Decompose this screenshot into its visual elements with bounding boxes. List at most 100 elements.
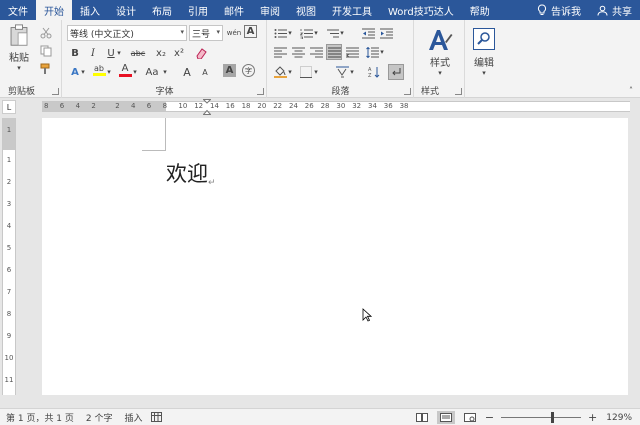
zoom-slider-thumb[interactable]: [551, 412, 555, 423]
tab-mailings[interactable]: 邮件: [216, 0, 252, 20]
char-border-button[interactable]: A: [244, 25, 257, 38]
zoom-in-button[interactable]: +: [585, 411, 600, 424]
word-count[interactable]: 2 个字: [80, 411, 119, 424]
justify-icon: [327, 47, 341, 57]
bold-button[interactable]: B: [67, 45, 83, 61]
chevron-down-icon: ▾: [438, 68, 442, 77]
char-shading-button[interactable]: A: [223, 64, 236, 77]
zoom-level[interactable]: 129%: [600, 413, 640, 423]
show-marks-button[interactable]: [388, 64, 404, 80]
align-center-button[interactable]: [290, 44, 306, 60]
paragraph-mark-icon: [392, 67, 401, 75]
styles-icon: [429, 29, 453, 50]
tab-developer[interactable]: 开发工具: [324, 0, 380, 20]
tab-view[interactable]: 视图: [288, 0, 324, 20]
align-left-icon: [273, 47, 287, 57]
wen-button[interactable]: wén: [226, 25, 242, 41]
tab-selector[interactable]: L: [2, 100, 16, 114]
highlight-dropdown[interactable]: ▾: [105, 64, 113, 80]
strikethrough-button[interactable]: abc: [127, 45, 149, 61]
line-spacing-dropdown[interactable]: ▾: [378, 44, 386, 60]
ruler-tick-label: 6: [146, 102, 152, 110]
zoom-slider[interactable]: [501, 412, 582, 423]
cut-button[interactable]: [38, 25, 54, 41]
styles-button[interactable]: 样式 ▾: [421, 24, 459, 80]
ribbon-tab-bar: 文件 开始 插入 设计 布局 引用 邮件 审阅 视图 开发工具 Word技巧达人…: [0, 0, 640, 20]
vertical-ruler[interactable]: 1 1 2 3 4 5 6 7 8 9 10 11: [2, 118, 16, 395]
macro-record-icon[interactable]: [150, 412, 162, 422]
tab-insert[interactable]: 插入: [72, 0, 108, 20]
tab-word-tips[interactable]: Word技巧达人: [380, 0, 462, 20]
document-body-text[interactable]: 欢迎↵: [166, 158, 216, 188]
tab-help[interactable]: 帮助: [462, 0, 498, 20]
font-color-dropdown[interactable]: ▾: [131, 64, 139, 80]
chinese-layout-dropdown[interactable]: ▾: [348, 64, 356, 80]
paragraph-launcher[interactable]: [404, 88, 411, 95]
ruler-tick-label: 10: [178, 102, 188, 110]
print-layout-button[interactable]: [436, 411, 455, 424]
italic-button[interactable]: I: [85, 45, 101, 61]
page-count[interactable]: 第 1 页，共 1 页: [0, 411, 80, 424]
font-color-bar: [118, 73, 132, 77]
document-page[interactable]: 欢迎↵: [42, 118, 628, 395]
ruler-tick-label: 8: [44, 102, 49, 110]
share-button[interactable]: 共享: [589, 3, 640, 18]
tab-home[interactable]: 开始: [36, 0, 72, 20]
distributed-button[interactable]: [344, 44, 360, 60]
change-case-button[interactable]: Aa: [143, 64, 161, 80]
copy-button[interactable]: [38, 43, 54, 59]
justify-button[interactable]: [326, 44, 342, 60]
decrease-indent-button[interactable]: [360, 25, 376, 41]
paste-button[interactable]: 粘贴 ▾: [4, 24, 34, 72]
font-launcher[interactable]: [257, 88, 264, 95]
multilevel-dropdown[interactable]: ▾: [338, 25, 346, 41]
read-mode-button[interactable]: [413, 411, 431, 424]
tab-file[interactable]: 文件: [0, 0, 36, 20]
align-right-button[interactable]: [308, 44, 324, 60]
chevron-down-icon: ▾: [180, 28, 184, 36]
zoom-out-button[interactable]: −: [482, 411, 497, 424]
indent-marker-icon[interactable]: [203, 99, 211, 115]
tell-me-button[interactable]: 告诉我: [529, 3, 589, 18]
tab-references[interactable]: 引用: [180, 0, 216, 20]
font-size-select[interactable]: 三号 ▾: [189, 25, 223, 41]
font-name-select[interactable]: 等线 (中文正文) ▾: [67, 25, 187, 41]
line-spacing-icon: [365, 46, 379, 58]
styles-label: 样式: [430, 57, 450, 69]
ruler-tick-label: 30: [336, 102, 346, 110]
subscript-button[interactable]: x₂: [153, 45, 169, 61]
shading-dropdown[interactable]: ▾: [286, 64, 294, 80]
distribute-icon: [345, 47, 359, 57]
clipboard-launcher[interactable]: [52, 88, 59, 95]
ruler-tick-label: 1: [6, 156, 12, 164]
shrink-font-button[interactable]: A: [197, 64, 213, 80]
ruler-strip[interactable]: 8 6 4 2 2 4 6 8 10 12 14 16 18 20 22 24 26 28 30 32 34 36 38: [42, 99, 630, 115]
web-layout-button[interactable]: [461, 411, 479, 424]
clear-format-button[interactable]: [193, 45, 209, 61]
styles-launcher[interactable]: [455, 88, 462, 95]
tab-design[interactable]: 设计: [108, 0, 144, 20]
insert-mode[interactable]: 插入: [119, 411, 149, 424]
tab-layout[interactable]: 布局: [144, 0, 180, 20]
grow-font-button[interactable]: A: [179, 64, 195, 80]
editing-button[interactable]: 编辑 ▾: [468, 24, 500, 80]
underline-dropdown[interactable]: ▾: [115, 45, 123, 61]
eraser-icon: [196, 48, 207, 59]
paste-label: 粘贴: [9, 53, 29, 64]
format-painter-button[interactable]: [38, 61, 54, 77]
tab-review[interactable]: 审阅: [252, 0, 288, 20]
align-left-button[interactable]: [272, 44, 288, 60]
numbering-dropdown[interactable]: ▾: [312, 25, 320, 41]
chevron-down-icon: ▾: [17, 64, 21, 72]
increase-indent-button[interactable]: [378, 25, 394, 41]
collapse-ribbon-button[interactable]: ˄: [626, 85, 636, 95]
ruler-tick-label: 2: [115, 102, 120, 110]
text-effect-dropdown[interactable]: ▾: [79, 64, 87, 80]
ruler-tick-label: 4: [75, 102, 81, 110]
bullets-dropdown[interactable]: ▾: [286, 25, 294, 41]
change-case-dropdown[interactable]: ▾: [161, 64, 169, 80]
enclose-char-button[interactable]: 字: [242, 64, 255, 77]
sort-button[interactable]: AZ: [366, 64, 382, 80]
superscript-button[interactable]: x²: [171, 45, 187, 61]
borders-dropdown[interactable]: ▾: [312, 64, 320, 80]
